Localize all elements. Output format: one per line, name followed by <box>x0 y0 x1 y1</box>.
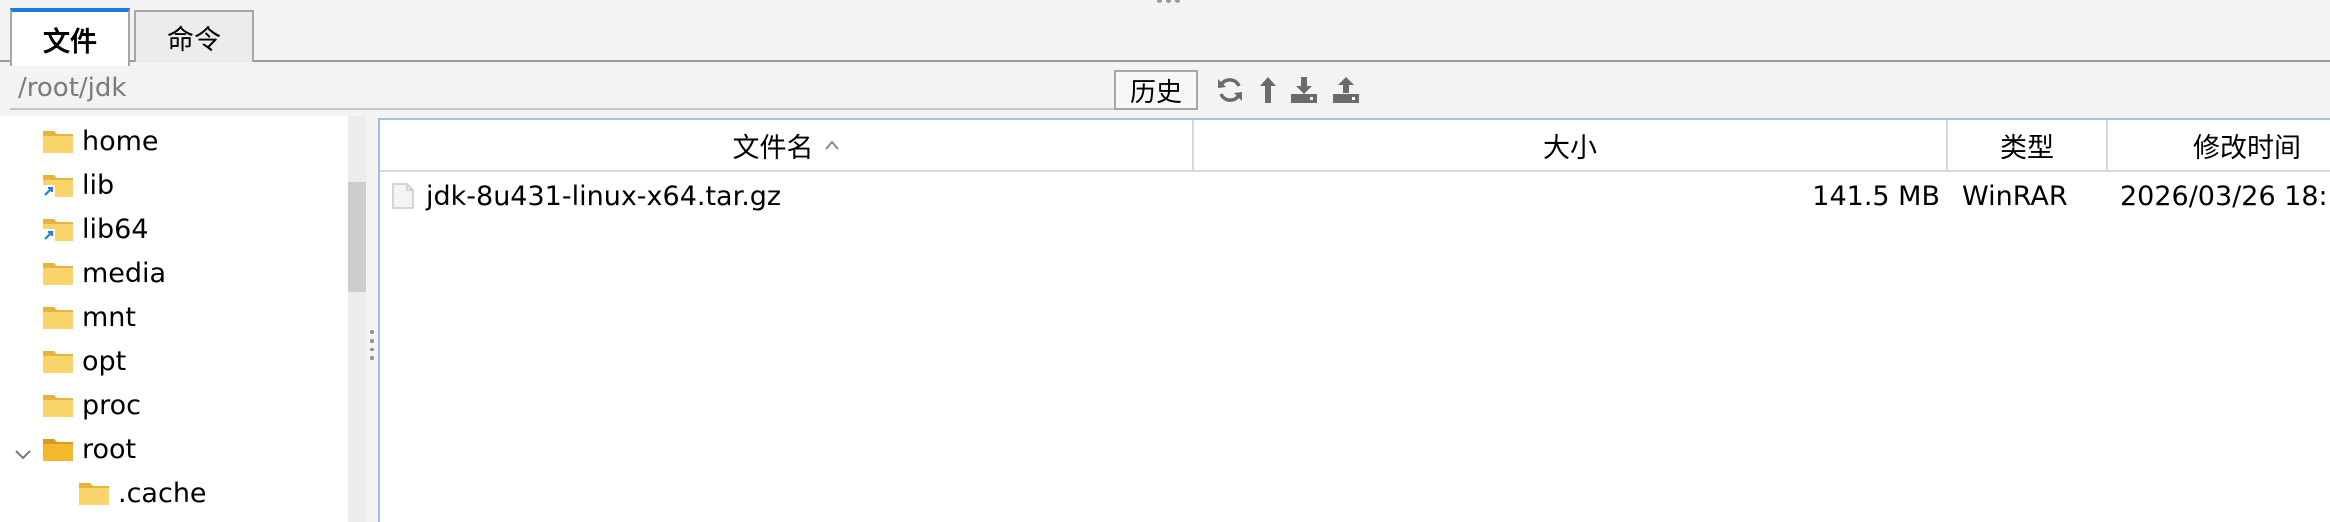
tree-item-home[interactable]: home <box>42 119 159 163</box>
tree-item-label: proc <box>82 389 142 421</box>
tab-files[interactable]: 文件 <box>10 8 130 66</box>
tree-item-label: media <box>82 257 167 289</box>
file-size: 141.5 MB <box>1812 180 1940 212</box>
splitter-handle[interactable] <box>369 330 375 360</box>
tree-item-label: lib64 <box>82 213 149 245</box>
tree-item-mnt[interactable]: mnt <box>42 295 136 339</box>
tab-commands-label: 命令 <box>167 24 221 56</box>
column-header-label: 大小 <box>1543 132 1597 164</box>
tree-item-label: mnt <box>82 301 136 333</box>
tree-scrollbar[interactable] <box>348 116 366 522</box>
tree-item-proc[interactable]: proc <box>42 383 141 427</box>
folder-icon <box>42 128 74 154</box>
tree-item-opt[interactable]: opt <box>42 339 126 383</box>
column-header-type[interactable]: 类型 <box>1948 120 2108 172</box>
file-icon <box>392 183 414 209</box>
download-icon[interactable] <box>1286 72 1322 108</box>
chevron-down-icon[interactable] <box>14 445 32 463</box>
history-button-label: 历史 <box>1129 77 1182 108</box>
tree-scrollbar-thumb[interactable] <box>348 182 366 292</box>
cell-type: WinRAR <box>1962 174 2068 218</box>
tree-item-label: .cache <box>118 477 207 509</box>
tree-item-label: lib <box>82 169 115 201</box>
folder-icon <box>42 260 74 286</box>
tree-item-cache[interactable]: .cache <box>78 471 207 515</box>
folder-open-icon <box>42 436 74 462</box>
tab-files-label: 文件 <box>43 26 97 58</box>
tree-item-lib[interactable]: lib <box>42 163 114 207</box>
tree-item-label: opt <box>82 345 127 377</box>
up-arrow-icon[interactable] <box>1250 72 1286 108</box>
tree-item-label: root <box>82 433 137 465</box>
column-header-modified[interactable]: 修改时间 <box>2108 120 2330 172</box>
drag-grip-icon[interactable] <box>1157 0 1181 4</box>
cell-modified: 2026/03/26 18:16 <box>2120 174 2330 218</box>
path-bar: 历史 <box>0 64 2330 114</box>
path-input[interactable] <box>10 68 1120 110</box>
column-header-label: 文件名 <box>732 132 814 164</box>
table-row[interactable]: jdk-8u431-linux-x64.tar.gz 141.5 MB WinR… <box>380 174 2330 218</box>
file-name: jdk-8u431-linux-x64.tar.gz <box>426 180 782 212</box>
file-type: WinRAR <box>1962 180 2068 212</box>
folder-icon <box>78 480 110 506</box>
refresh-icon[interactable] <box>1212 72 1248 108</box>
folder-link-icon <box>42 216 74 242</box>
tree-item-media[interactable]: media <box>42 251 166 295</box>
directory-tree[interactable]: home lib lib64 media mnt opt proc root .… <box>0 116 348 522</box>
tab-bar: 文件 命令 <box>0 0 2330 66</box>
tree-item-label: home <box>82 125 159 157</box>
tree-item-lib64[interactable]: lib64 <box>42 207 149 251</box>
folder-link-icon <box>42 172 74 198</box>
folder-icon <box>42 348 74 374</box>
folder-icon <box>42 304 74 330</box>
column-header-size[interactable]: 大小 <box>1194 120 1948 172</box>
history-button[interactable]: 历史 <box>1114 70 1198 110</box>
cell-size: 141.5 MB <box>1194 174 1940 218</box>
column-header-label: 类型 <box>2000 132 2054 164</box>
tab-commands[interactable]: 命令 <box>134 10 254 62</box>
column-header-name[interactable]: 文件名 <box>380 120 1194 172</box>
column-header-label: 修改时间 <box>2193 132 2301 164</box>
file-list[interactable]: 文件名 大小 类型 修改时间 jdk-8u431-linux-x64.tar.g… <box>378 118 2330 522</box>
sort-ascending-icon <box>824 140 839 150</box>
tree-item-root[interactable]: root <box>42 427 136 471</box>
folder-icon <box>42 392 74 418</box>
file-modified: 2026/03/26 18:16 <box>2120 180 2330 212</box>
upload-icon[interactable] <box>1328 72 1364 108</box>
cell-name: jdk-8u431-linux-x64.tar.gz <box>392 174 781 218</box>
